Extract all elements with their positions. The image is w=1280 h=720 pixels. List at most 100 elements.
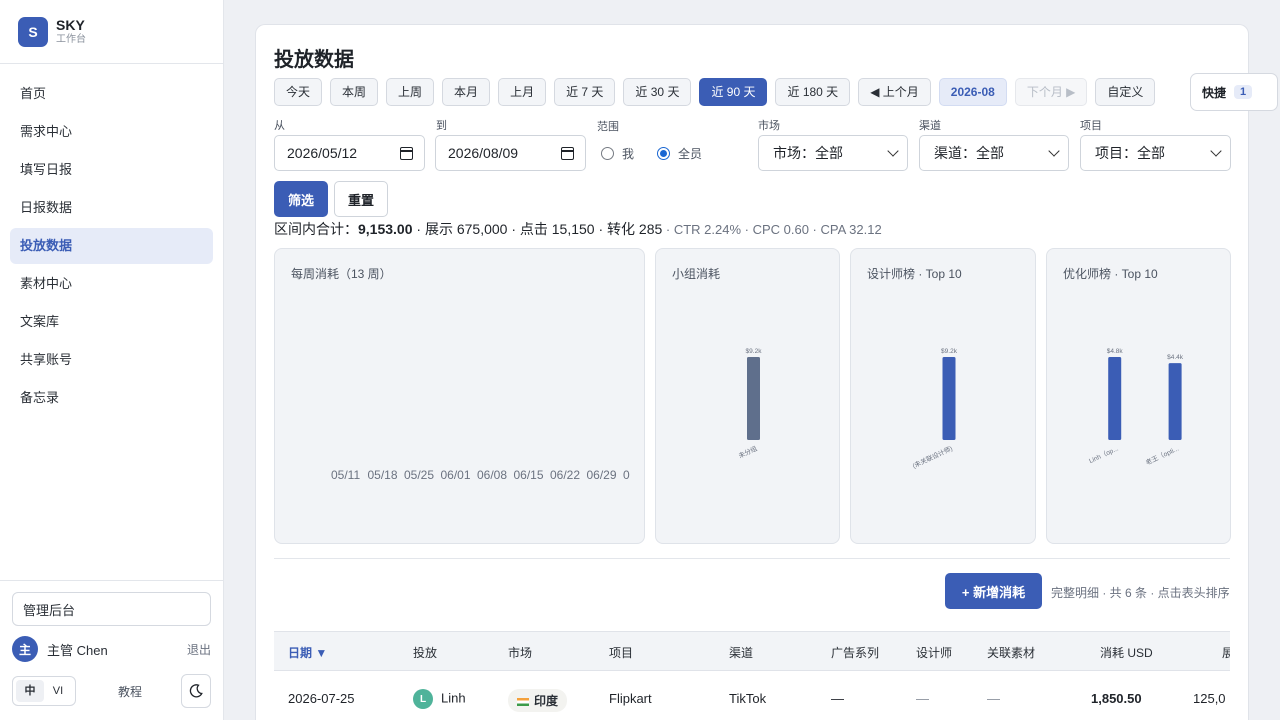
col-designer-header[interactable]: 设计师 [916,644,952,661]
custom-range-button[interactable]: 自定义 [1095,78,1156,106]
optimizer-ranking-chart: 优化师榜 · Top 10 $4.8k Linh（op... $4.4k 老王（opt… [1046,248,1231,544]
table-row[interactable]: 2026-07-25 L Linh 印度 Flipkart TikTok — — … [274,671,1230,720]
col-channel-header[interactable]: 渠道 [729,644,753,661]
range-7-days-button[interactable]: 近 7 天 [554,78,616,106]
col-campaign-header[interactable]: 广告系列 [831,644,879,661]
quick-label: 快捷 [1202,85,1227,100]
bar-value-label: $9.2k [941,348,958,355]
range-30-days-button[interactable]: 近 30 天 [623,78,692,106]
bar[interactable] [1168,363,1182,440]
chart-svg: $9.2k 未分组 [737,348,763,460]
lang-zh-button[interactable]: 中 [16,680,44,702]
brand-logo: S [18,16,48,47]
table-header: 日期 ▼ 投放 市场 项目 渠道 广告系列 设计师 关联素材 消耗 USD 展 [274,631,1230,671]
x-tick-label: 老王（opti... [1144,444,1180,467]
col-impressions-header[interactable]: 展 [1222,644,1230,661]
detail-note: 完整明细 · 共 6 条 · 点击表头排序 [1051,586,1230,600]
spend-table: 日期 ▼ 投放 市场 项目 渠道 广告系列 设计师 关联素材 消耗 USD 展 … [274,631,1230,720]
sidebar-item-ad-data[interactable]: 投放数据 [10,228,213,264]
x-tick-label: 05/25 [404,468,434,482]
filter-button[interactable]: 筛选 [274,181,328,217]
to-date-value: 2026/08/09 [448,145,519,161]
owner-avatar: L [413,689,433,709]
lang-vi-button[interactable]: VI [44,680,72,702]
sidebar-item-requests[interactable]: 需求中心 [10,114,213,150]
summary-metrics: · 展示 675,000 · 点击 15,150 · 转化 285 [412,221,663,237]
to-date-input[interactable]: 2026/08/09 [435,135,586,171]
col-date-header[interactable]: 日期 ▼ [288,644,327,661]
current-month-button[interactable]: 2026-08 [938,78,1007,106]
prev-month-button[interactable]: ◀ 上个月 [858,78,931,106]
add-spend-button[interactable]: + 新增消耗 [945,573,1042,609]
market-select[interactable]: 市场：全部 [758,135,908,171]
quick-button[interactable]: 快捷 1 [1190,73,1278,111]
from-date-input[interactable]: 2026/05/12 [274,135,425,171]
admin-button[interactable]: 管理后台 [12,592,211,626]
bar[interactable] [1108,357,1122,440]
x-tick-label: 05/18 [368,468,398,482]
sidebar-item-copy-library[interactable]: 文案库 [10,304,213,340]
bar-value-label: $9.2k [746,348,763,355]
chart-svg: 05/11 05/18 05/25 06/01 06/08 06/15 06/22 06/29… [331,468,630,482]
scope-radio-group: 我 全员 [601,145,702,162]
scope-all-radio[interactable] [657,147,671,160]
col-owner-header[interactable]: 投放 [413,644,437,661]
x-tick-label: 0 [623,468,630,482]
range-today-button[interactable]: 今天 [274,78,323,106]
x-tick-label: 06/01 [441,468,471,482]
calendar-icon [561,147,574,160]
theme-toggle-button[interactable] [181,674,211,708]
user-row: 主 主管 Chen 退出 [12,636,211,662]
range-this-month-button[interactable]: 本月 [442,78,491,106]
brand: S SKY 工作台 [0,0,223,64]
col-spend-header[interactable]: 消耗 USD [1100,644,1153,661]
channel-select[interactable]: 渠道：全部 [919,135,1069,171]
scope-me-label: 我 [622,147,635,161]
range-last-week-button[interactable]: 上周 [386,78,435,106]
user-name: 主管 Chen [47,642,108,658]
sidebar-footer: 管理后台 主 主管 Chen 退出 中 VI 教程 [0,580,223,720]
range-180-days-button[interactable]: 近 180 天 [775,78,851,106]
logout-link[interactable]: 退出 [187,641,211,658]
col-project-header[interactable]: 项目 [609,644,633,661]
x-tick-label: 06/22 [550,468,580,482]
next-month-button: 下个月 ▶ [1014,78,1088,106]
sidebar-item-materials[interactable]: 素材中心 [10,266,213,302]
x-tick-label: 05/11 [331,468,360,482]
market-badge: 印度 [508,689,568,712]
reset-button[interactable]: 重置 [334,181,388,217]
chevron-down-icon [1210,145,1222,157]
sidebar-item-shared-accounts[interactable]: 共享账号 [10,342,213,378]
bar[interactable] [942,357,956,440]
bar[interactable] [747,357,760,440]
market-label: 市场 [758,120,780,132]
range-90-days-button[interactable]: 近 90 天 [699,78,768,106]
sidebar: S SKY 工作台 首页 需求中心 填写日报 日报数据 投放数据 素材中心 文案… [0,0,224,720]
chart-svg: $9.2k (未关联设计师) [911,348,958,470]
brand-name: SKY [56,17,85,33]
group-spend-chart: 小组消耗 $9.2k 未分组 [655,248,840,544]
range-buttons: 今天 本周 上周 本月 上月 近 7 天 近 30 天 近 90 天 近 180… [274,78,1163,106]
project-select[interactable]: 项目：全部 [1080,135,1231,171]
sidebar-nav: 首页 需求中心 填写日报 日报数据 投放数据 素材中心 文案库 共享账号 备忘录 [0,64,223,430]
sidebar-item-fill-report[interactable]: 填写日报 [10,152,213,188]
range-last-month-button[interactable]: 上月 [498,78,547,106]
to-label: 到 [436,120,447,132]
sidebar-item-report-data[interactable]: 日报数据 [10,190,213,226]
range-this-week-button[interactable]: 本周 [330,78,379,106]
channel-select-value: 渠道：全部 [934,145,1004,161]
avatar: 主 [12,636,38,662]
tutorial-link[interactable]: 教程 [118,683,181,700]
col-material-header[interactable]: 关联素材 [987,644,1035,661]
col-market-header[interactable]: 市场 [508,644,532,661]
x-tick-label: 06/08 [477,468,507,482]
summary-prefix: 区间内合计： [274,221,358,237]
owner-name: Linh [441,690,466,706]
sidebar-item-home[interactable]: 首页 [10,76,213,112]
from-date-value: 2026/05/12 [287,145,358,161]
section-divider [274,558,1230,559]
sidebar-item-memo[interactable]: 备忘录 [10,380,213,416]
scope-me-radio[interactable] [601,147,614,160]
from-label: 从 [274,120,285,132]
india-flag-icon [517,697,529,706]
